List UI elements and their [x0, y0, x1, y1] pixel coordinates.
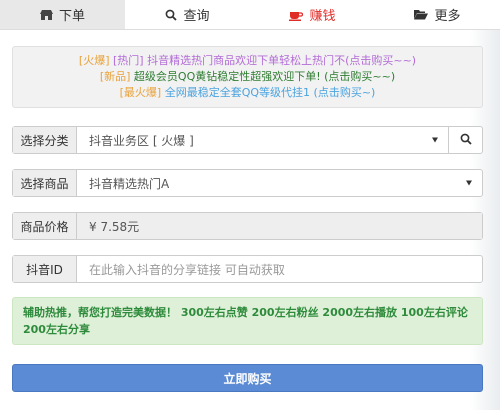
category-label: 选择分类	[13, 127, 77, 153]
search-icon	[460, 133, 472, 148]
douyin-id-placeholder: 在此输入抖音的分享链接 可自动获取	[89, 262, 285, 277]
folder-open-icon	[414, 9, 429, 20]
promo-tips-text: 辅助热推，帮您打造完美数据！ 300左右点赞 200左右粉丝 2000左右播放 …	[23, 306, 468, 336]
price-row: 商品价格 ¥ 7.58元	[12, 212, 483, 240]
douyin-id-input[interactable]: 在此输入抖音的分享链接 可自动获取	[77, 256, 482, 282]
tab-query[interactable]: 查询	[125, 0, 250, 29]
tab-earn-label: 赚钱	[309, 9, 336, 24]
announcement-line-2[interactable]: [新品] 超级会员QQ黄钻稳定性超强欢迎下单! (点击购买~~)	[13, 69, 482, 85]
price-label: 商品价格	[13, 213, 77, 239]
promo-tips-panel: 辅助热推，帮您打造完美数据！ 300左右点赞 200左右粉丝 2000左右播放 …	[12, 297, 483, 345]
price-value: ¥ 7.58元	[89, 219, 140, 234]
announcement-text-3: 全网最稳定全套QQ等级代挂1 (点击购买~)	[161, 86, 376, 99]
tab-earn[interactable]: 赚钱	[250, 0, 375, 29]
product-label: 选择商品	[13, 170, 77, 196]
announcement-tag-3: [最火爆]	[119, 86, 162, 99]
price-value-field: ¥ 7.58元	[77, 213, 482, 239]
tab-more-label: 更多	[434, 9, 461, 24]
coffee-cup-icon	[289, 9, 304, 21]
announcement-tag-2: [新品]	[99, 70, 131, 83]
product-selected-value: 抖音精选热门A	[89, 176, 170, 191]
category-select-row: 选择分类 抖音业务区 [ 火爆 ]	[12, 126, 483, 154]
douyin-id-row: 抖音ID 在此输入抖音的分享链接 可自动获取	[12, 255, 483, 283]
tab-order-label: 下单	[58, 9, 85, 24]
announcement-panel: [火爆] [热门] 抖音精选热门商品欢迎下单轻松上热门不(点击购买~~) [新品…	[12, 46, 483, 108]
caret-down-icon	[466, 180, 472, 186]
announcement-text-2: 超级会员QQ黄钻稳定性超强欢迎下单! (点击购买~~)	[130, 70, 396, 83]
category-search-button[interactable]	[448, 127, 482, 153]
product-select[interactable]: 抖音精选热门A	[77, 170, 482, 196]
tab-query-label: 查询	[183, 9, 210, 24]
category-select[interactable]: 抖音业务区 [ 火爆 ]	[77, 127, 448, 153]
product-select-row: 选择商品 抖音精选热门A	[12, 169, 483, 197]
douyin-id-label: 抖音ID	[13, 256, 77, 282]
top-tab-bar: 下单 查询 赚钱 更多	[0, 0, 500, 30]
tab-order[interactable]: 下单	[0, 0, 125, 29]
caret-down-icon	[432, 137, 438, 143]
shop-icon	[39, 9, 53, 21]
announcement-text-1: [热门] 抖音精选热门商品欢迎下单轻松上热门不(点击购买~~)	[109, 54, 417, 67]
search-icon	[165, 9, 178, 21]
announcement-line-1[interactable]: [火爆] [热门] 抖音精选热门商品欢迎下单轻松上热门不(点击购买~~)	[13, 53, 482, 69]
buy-now-label: 立即购买	[223, 371, 272, 386]
announcement-tag-1: [火爆]	[78, 54, 110, 67]
buy-now-button[interactable]: 立即购买	[12, 364, 483, 392]
category-selected-value: 抖音业务区 [ 火爆 ]	[89, 133, 194, 148]
announcement-line-3[interactable]: [最火爆] 全网最稳定全套QQ等级代挂1 (点击购买~)	[13, 85, 482, 101]
tab-more[interactable]: 更多	[375, 0, 500, 29]
